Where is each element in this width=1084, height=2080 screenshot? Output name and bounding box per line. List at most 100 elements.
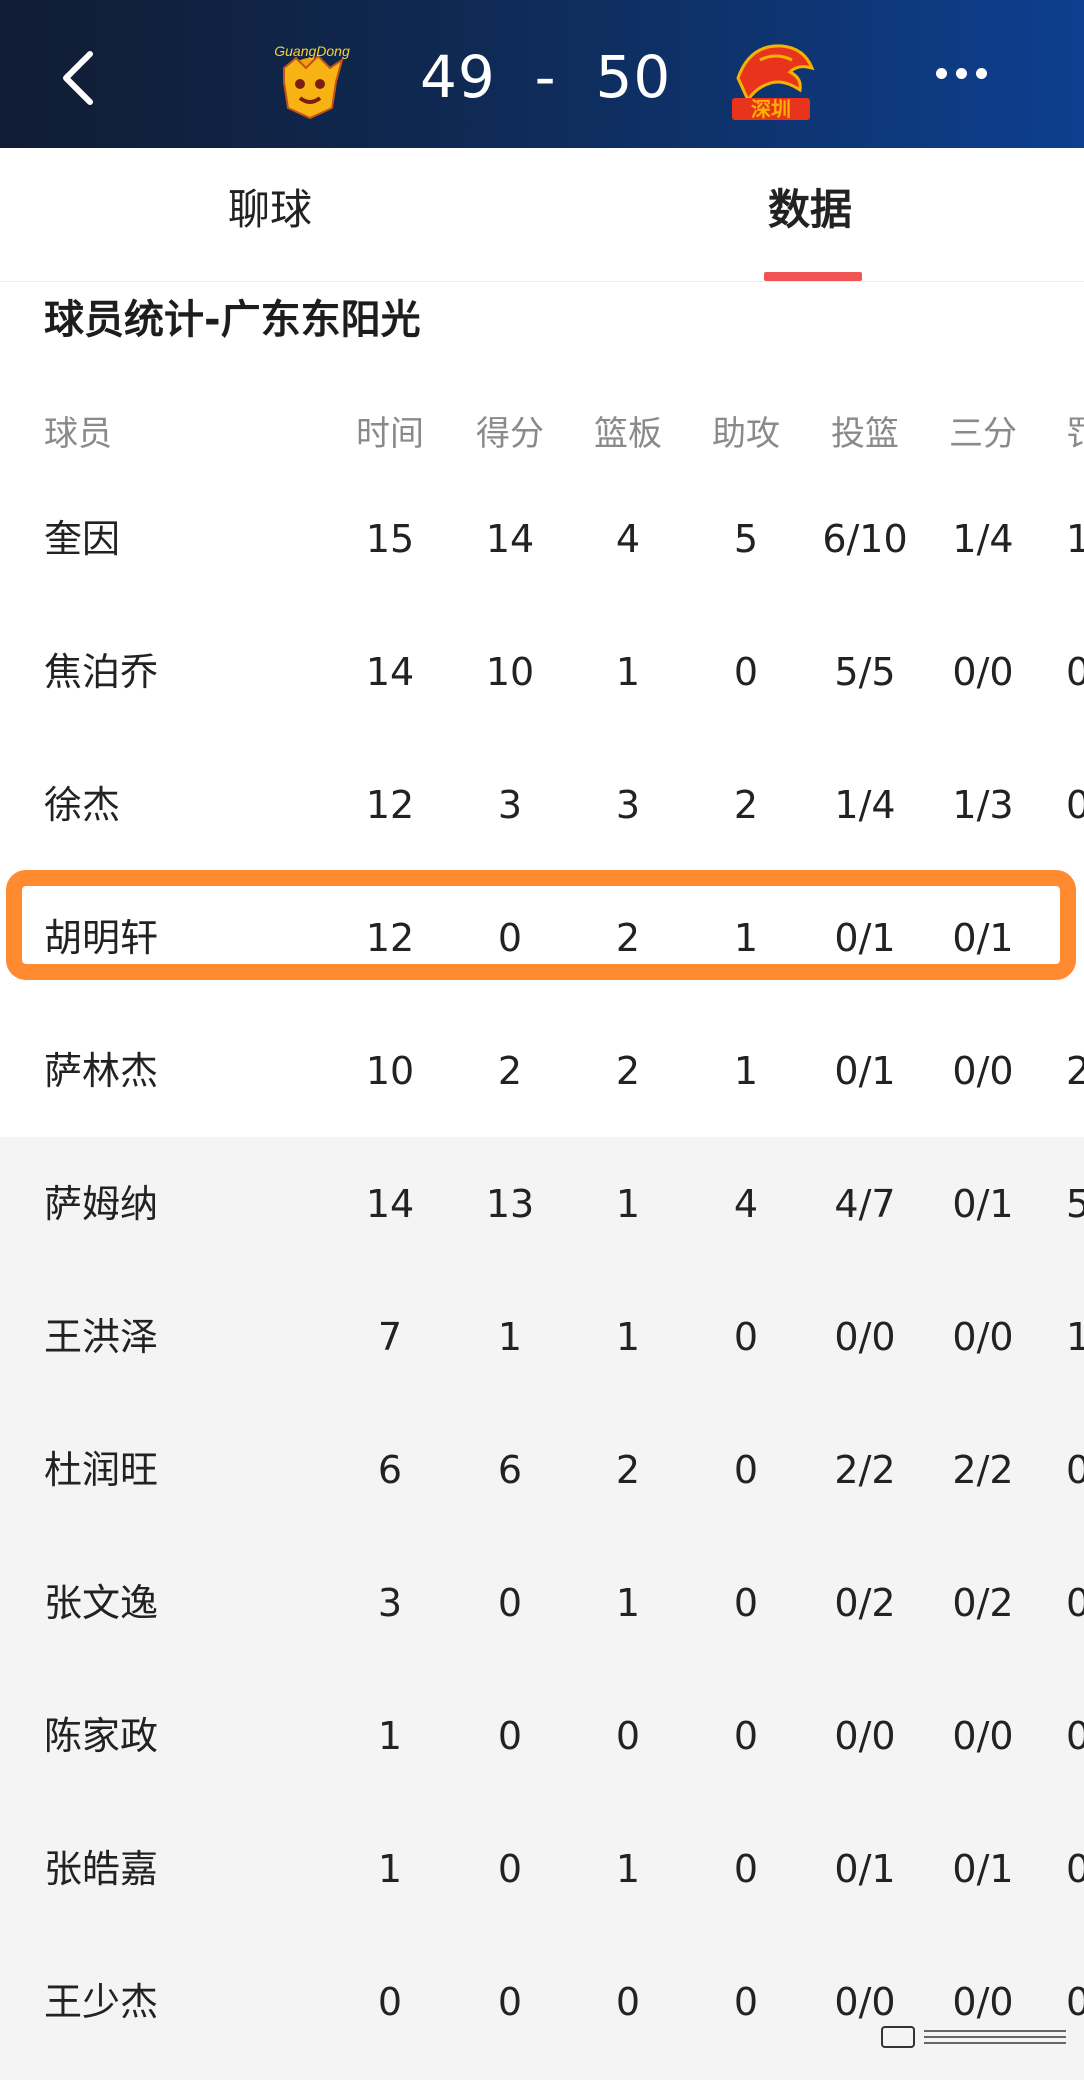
tab-chat[interactable]: 聊球 xyxy=(200,180,340,240)
stat-assists: 0 xyxy=(733,650,759,694)
stat-minutes: 14 xyxy=(365,1182,415,1226)
stat-points: 0 xyxy=(497,1847,523,1891)
stat-field-goals: 0/1 xyxy=(834,916,896,960)
stat-free-throws: 0 xyxy=(1066,783,1084,827)
stat-rebounds: 0 xyxy=(615,1980,641,2024)
stat-rebounds: 1 xyxy=(615,1847,641,1891)
tab-bar: 聊球 数据 xyxy=(0,148,1084,282)
stat-free-throws: 2 xyxy=(1066,1049,1084,1093)
stat-minutes: 12 xyxy=(365,916,415,960)
stat-field-goals: 2/2 xyxy=(834,1448,896,1492)
stat-rebounds: 2 xyxy=(615,916,641,960)
stat-three-pointers: 0/0 xyxy=(952,1714,1014,1758)
player-name: 焦泊乔 xyxy=(44,650,159,694)
stat-rebounds: 1 xyxy=(615,1581,641,1625)
stat-points: 3 xyxy=(497,783,523,827)
stat-assists: 2 xyxy=(733,783,759,827)
tab-data[interactable]: 数据 xyxy=(740,180,880,240)
stat-assists: 1 xyxy=(733,1049,759,1093)
stat-field-goals: 6/10 xyxy=(822,517,908,561)
stat-field-goals: 0/0 xyxy=(834,1315,896,1359)
player-name: 王洪泽 xyxy=(44,1315,159,1359)
table-row[interactable]: 杜润旺 6 6 2 0 2/2 2/2 0 xyxy=(0,1404,1084,1537)
table-row[interactable]: 陈家政 1 0 0 0 0/0 0/0 0 xyxy=(0,1670,1084,1803)
player-name: 萨姆纳 xyxy=(44,1182,159,1226)
player-name: 徐杰 xyxy=(44,783,121,827)
stat-free-throws: 1 xyxy=(1066,517,1084,561)
table-row[interactable]: 王洪泽 7 1 1 0 0/0 0/0 1 xyxy=(0,1271,1084,1404)
table-row[interactable]: 焦泊乔 14 10 1 0 5/5 0/0 0 xyxy=(0,606,1084,739)
stat-minutes: 6 xyxy=(377,1448,403,1492)
stat-three-pointers: 1/3 xyxy=(952,783,1014,827)
player-name: 陈家政 xyxy=(44,1714,159,1758)
table-row[interactable]: 萨姆纳 14 13 1 4 4/7 0/1 5 xyxy=(0,1138,1084,1271)
table-row[interactable]: 奎因 15 14 4 5 6/10 1/4 1 xyxy=(0,473,1084,606)
stat-points: 0 xyxy=(497,916,523,960)
shenzhen-team-logo[interactable]: 深圳 xyxy=(720,38,820,122)
player-name: 胡明轩 xyxy=(44,916,159,960)
stat-assists: 0 xyxy=(733,1980,759,2024)
table-row[interactable]: 徐杰 12 3 3 2 1/4 1/3 0 xyxy=(0,739,1084,872)
stat-assists: 0 xyxy=(733,1847,759,1891)
stat-minutes: 1 xyxy=(377,1847,403,1891)
stat-points: 6 xyxy=(497,1448,523,1492)
stat-minutes: 14 xyxy=(365,650,415,694)
stat-rebounds: 1 xyxy=(615,1182,641,1226)
stat-field-goals: 0/0 xyxy=(834,1980,896,2024)
back-arrow-icon[interactable] xyxy=(58,50,98,106)
svg-text:GuangDong: GuangDong xyxy=(274,43,350,59)
stat-points: 14 xyxy=(485,517,535,561)
stat-field-goals: 1/4 xyxy=(834,783,896,827)
stat-points: 1 xyxy=(497,1315,523,1359)
more-options-icon[interactable] xyxy=(936,68,1006,94)
stat-rebounds: 0 xyxy=(615,1714,641,1758)
stat-minutes: 12 xyxy=(365,783,415,827)
player-name: 萨林杰 xyxy=(44,1049,159,1093)
stat-free-throws: 0 xyxy=(1066,1714,1084,1758)
stat-assists: 1 xyxy=(733,916,759,960)
stat-free-throws: 0 xyxy=(1066,1448,1084,1492)
stat-points: 0 xyxy=(497,1980,523,2024)
player-name: 王少杰 xyxy=(44,1980,159,2024)
stat-free-throws: 0 xyxy=(1066,1847,1084,1891)
stat-three-pointers: 0/1 xyxy=(952,916,1014,960)
table-row[interactable]: 张皓嘉 1 0 1 0 0/1 0/1 0 xyxy=(0,1803,1084,1936)
stat-points: 13 xyxy=(485,1182,535,1226)
score-display: 49 - 50 xyxy=(420,43,672,111)
stat-free-throws: 5 xyxy=(1066,1182,1084,1226)
stat-three-pointers: 0/1 xyxy=(952,1847,1014,1891)
stat-minutes: 10 xyxy=(365,1049,415,1093)
stat-minutes: 3 xyxy=(377,1581,403,1625)
stat-points: 10 xyxy=(485,650,535,694)
menu-lines-icon[interactable] xyxy=(880,2025,1070,2049)
stat-assists: 0 xyxy=(733,1714,759,1758)
stat-field-goals: 0/2 xyxy=(834,1581,896,1625)
stat-rebounds: 2 xyxy=(615,1049,641,1093)
player-name: 张皓嘉 xyxy=(44,1847,159,1891)
stat-free-throws: 0 xyxy=(1066,650,1084,694)
player-name: 张文逸 xyxy=(44,1581,159,1625)
game-header: GuangDong 49 - 50 深圳 xyxy=(0,0,1084,148)
stat-assists: 0 xyxy=(733,1581,759,1625)
stat-three-pointers: 0/1 xyxy=(952,1182,1014,1226)
stat-free-throws: 1 xyxy=(1066,1315,1084,1359)
table-row[interactable]: 萨林杰 10 2 2 1 0/1 0/0 2 xyxy=(0,1005,1084,1138)
stat-minutes: 15 xyxy=(365,517,415,561)
table-row[interactable]: 张文逸 3 0 1 0 0/2 0/2 0 xyxy=(0,1537,1084,1670)
stat-rebounds: 2 xyxy=(615,1448,641,1492)
stat-rebounds: 4 xyxy=(615,517,641,561)
active-tab-indicator xyxy=(764,272,862,281)
table-row[interactable]: 王少杰 0 0 0 0 0/0 0/0 0 xyxy=(0,1936,1084,2069)
stat-assists: 0 xyxy=(733,1448,759,1492)
stat-rebounds: 3 xyxy=(615,783,641,827)
table-row-highlighted[interactable]: 胡明轩 12 0 2 1 0/1 0/1 xyxy=(0,872,1084,1005)
guangdong-team-logo[interactable]: GuangDong xyxy=(262,38,362,122)
stat-assists: 0 xyxy=(733,1315,759,1359)
stat-field-goals: 5/5 xyxy=(834,650,896,694)
stat-three-pointers: 1/4 xyxy=(952,517,1014,561)
stat-three-pointers: 0/0 xyxy=(952,650,1014,694)
stat-minutes: 0 xyxy=(377,1980,403,2024)
stat-three-pointers: 2/2 xyxy=(952,1448,1014,1492)
stat-rebounds: 1 xyxy=(615,650,641,694)
stat-points: 0 xyxy=(497,1581,523,1625)
